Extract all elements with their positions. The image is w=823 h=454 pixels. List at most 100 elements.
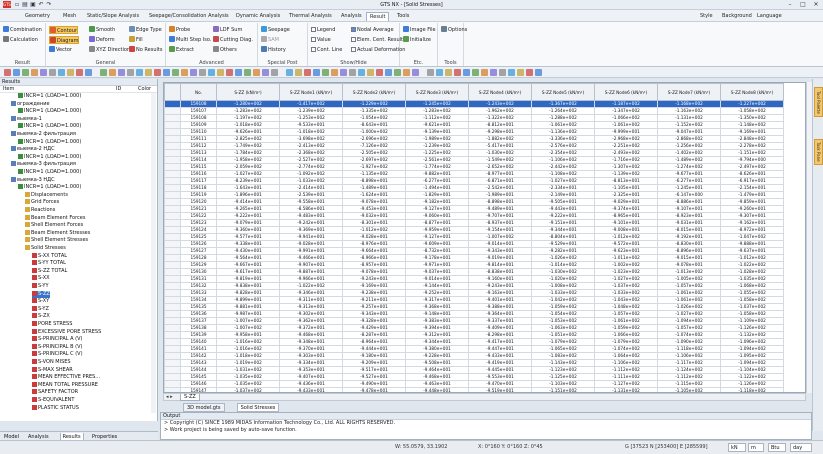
- element-id-cell[interactable]: 159137: [180, 317, 217, 325]
- stress-value-cell[interactable]: -9.144e+001: [405, 282, 469, 290]
- toolbar-tool-icon[interactable]: [172, 69, 179, 76]
- stress-value-cell[interactable]: -9.242e+001: [279, 219, 343, 227]
- stress-value-cell[interactable]: -9.859e+001: [720, 198, 784, 206]
- stress-value-cell[interactable]: -9.019e+001: [468, 254, 532, 262]
- toolbar-tool-icon[interactable]: [322, 69, 329, 76]
- stress-value-cell[interactable]: -9.338e+001: [216, 240, 280, 248]
- toolbar-tool-icon[interactable]: [67, 69, 74, 76]
- stress-value-cell[interactable]: -8.813e+001: [594, 177, 658, 185]
- stress-value-cell[interactable]: -8.812e+001: [468, 121, 532, 129]
- toolbar-tool-icon[interactable]: [385, 69, 392, 76]
- element-id-cell[interactable]: 159145: [180, 373, 217, 381]
- sheet-nav-icon[interactable]: ◂ ▸: [166, 394, 173, 401]
- stress-value-cell[interactable]: -1.139e+002: [594, 170, 658, 178]
- column-header-5[interactable]: S-ZZ Node4 (kN/m²): [468, 83, 532, 101]
- element-id-cell[interactable]: 159111: [180, 135, 217, 143]
- tree-node[interactable]: Reactions: [25, 207, 55, 215]
- stress-value-cell[interactable]: -9.617e+001: [216, 268, 280, 276]
- element-id-cell[interactable]: 159140: [180, 338, 217, 346]
- stress-value-cell[interactable]: -8.015e+001: [657, 226, 721, 234]
- toolbar-tool-icon[interactable]: [499, 69, 506, 76]
- table-row[interactable]: 159108 -1.280e+002 -1.417e+002 -1.229e+002-…: [164, 100, 784, 108]
- stress-value-cell[interactable]: -1.026e+002: [531, 254, 595, 262]
- stress-value-cell[interactable]: -5.417e+001: [468, 142, 532, 150]
- menu-tab-static-slope-analysis[interactable]: Static/Slope Analysis: [84, 12, 142, 21]
- stress-value-cell[interactable]: -1.105e+001: [594, 184, 658, 192]
- table-row[interactable]: 159108 -1.197e+002 -1.253e+002 -1.054e+002-…: [164, 114, 784, 122]
- table-row[interactable]: 159144 -1.031e+002 -9.353e+001 -9.517e+001-…: [164, 366, 784, 374]
- stress-value-cell[interactable]: -1.245e+002: [405, 100, 469, 108]
- element-id-cell[interactable]: 159107: [180, 107, 217, 115]
- stress-value-cell[interactable]: -2.413e+002: [279, 142, 343, 150]
- ribbon-options-button[interactable]: Options: [441, 26, 467, 34]
- stress-value-cell[interactable]: -9.447e+001: [468, 345, 532, 353]
- toolbar-tool-icon[interactable]: [163, 69, 170, 76]
- tree-node[interactable]: S-EQUIVALENT: [32, 397, 74, 405]
- toolbar-tool-icon[interactable]: [349, 69, 356, 76]
- stress-value-cell[interactable]: -9.014e+001: [468, 240, 532, 248]
- stress-value-cell[interactable]: -9.344e+001: [405, 338, 469, 346]
- toolbar-tool-icon[interactable]: [181, 69, 188, 76]
- table-row[interactable]: 159134 -9.899e+001 -9.311e+001 -9.211e+001-…: [164, 296, 784, 304]
- toolbar-tool-icon[interactable]: [4, 69, 11, 76]
- element-id-cell[interactable]: 159141: [180, 345, 217, 353]
- table-row[interactable]: 159114 -1.958e+002 -2.527e+002 -2.697e+002-…: [164, 156, 784, 164]
- stress-value-cell[interactable]: -1.094e+002: [657, 317, 721, 325]
- element-id-cell[interactable]: 159133: [180, 289, 217, 297]
- stress-value-cell[interactable]: -1.489e+002: [657, 156, 721, 164]
- stress-value-cell[interactable]: -1.035e+002: [216, 380, 280, 388]
- stress-value-cell[interactable]: -1.643e+001: [216, 184, 280, 192]
- stress-value-cell[interactable]: -1.023e+002: [594, 268, 658, 276]
- stress-value-cell[interactable]: -9.348e+001: [279, 338, 343, 346]
- ribbon-multi-step-iso--button[interactable]: Multi Step Iso.: [169, 36, 211, 44]
- stress-value-cell[interactable]: -9.564e+001: [216, 254, 280, 262]
- stress-value-cell[interactable]: -1.163e+002: [657, 107, 721, 115]
- stress-value-cell[interactable]: -8.298e+001: [468, 331, 532, 339]
- stress-value-cell[interactable]: -1.115e+002: [657, 380, 721, 388]
- stress-value-cell[interactable]: -1.132e+002: [720, 331, 784, 339]
- stress-value-cell[interactable]: -9.313e+001: [279, 303, 343, 311]
- stress-value-cell[interactable]: -9.015e+001: [657, 254, 721, 262]
- stress-value-cell[interactable]: -8.886e+001: [657, 198, 721, 206]
- stress-value-cell[interactable]: -9.364e+001: [468, 310, 532, 318]
- stress-value-cell[interactable]: -9.419e+001: [468, 359, 532, 367]
- tree-node[interactable]: INCR=1 (LOAD=1.000): [18, 123, 81, 131]
- element-id-cell[interactable]: 159117: [180, 177, 217, 185]
- stress-value-cell[interactable]: -9.028e+001: [279, 240, 343, 248]
- stress-value-cell[interactable]: -1.058e+002: [720, 296, 784, 304]
- toolbar-tool-icon[interactable]: [376, 69, 383, 76]
- table-row[interactable]: 159119 -1.896e+001 -2.539e+001 -1.624e+001-…: [164, 191, 784, 199]
- stress-value-cell[interactable]: -9.407e+001: [279, 373, 343, 381]
- stress-value-cell[interactable]: -1.027e+002: [216, 170, 280, 178]
- stress-value-cell[interactable]: -1.033e+002: [279, 177, 343, 185]
- stress-value-cell[interactable]: -3.336e+002: [531, 135, 595, 143]
- ribbon-history-button[interactable]: History: [261, 46, 286, 54]
- element-id-cell[interactable]: 159112: [180, 142, 217, 150]
- stress-value-cell[interactable]: -1.057e+002: [594, 310, 658, 318]
- tree-node[interactable]: S-PRINCIPAL B (V): [32, 343, 82, 352]
- stress-value-cell[interactable]: -1.108e+002: [531, 170, 595, 178]
- stress-value-cell[interactable]: -1.022e+002: [279, 282, 343, 290]
- stress-value-cell[interactable]: -9.401e+001: [468, 296, 532, 304]
- stress-value-cell[interactable]: -9.163e+001: [468, 289, 532, 297]
- stress-value-cell[interactable]: -1.256e+002: [657, 142, 721, 150]
- stress-value-cell[interactable]: -9.252e+001: [405, 289, 469, 297]
- tree-node[interactable]: S-PRINCIPAL C (V): [32, 351, 83, 359]
- tree-node[interactable]: Beam Element Forces: [25, 214, 85, 223]
- stress-value-cell[interactable]: -1.090e+002: [657, 338, 721, 346]
- stress-value-cell[interactable]: -2.149e+001: [531, 191, 595, 199]
- stress-value-cell[interactable]: -9.368e+001: [405, 303, 469, 311]
- stress-value-cell[interactable]: -9.222e+001: [531, 212, 595, 220]
- stress-value-cell[interactable]: -9.664e+001: [342, 247, 406, 255]
- toolbar-tool-icon[interactable]: [262, 69, 269, 76]
- toolbar-tool-icon[interactable]: [127, 69, 134, 76]
- stress-value-cell[interactable]: -9.343e+001: [468, 247, 532, 255]
- stress-value-cell[interactable]: -9.483e+001: [279, 212, 343, 220]
- stress-value-cell[interactable]: -1.018e+002: [216, 352, 280, 360]
- stress-value-cell[interactable]: -1.055e+002: [720, 289, 784, 297]
- stress-value-cell[interactable]: -1.197e+002: [216, 114, 280, 122]
- toolbar-tool-icon[interactable]: [445, 69, 452, 76]
- stress-value-cell[interactable]: -2.825e+002: [216, 135, 280, 143]
- table-row[interactable]: 159111 -2.825e+002 -3.698e+002 -2.696e+002-…: [164, 135, 784, 143]
- stress-value-cell[interactable]: -1.123e+002: [531, 366, 595, 374]
